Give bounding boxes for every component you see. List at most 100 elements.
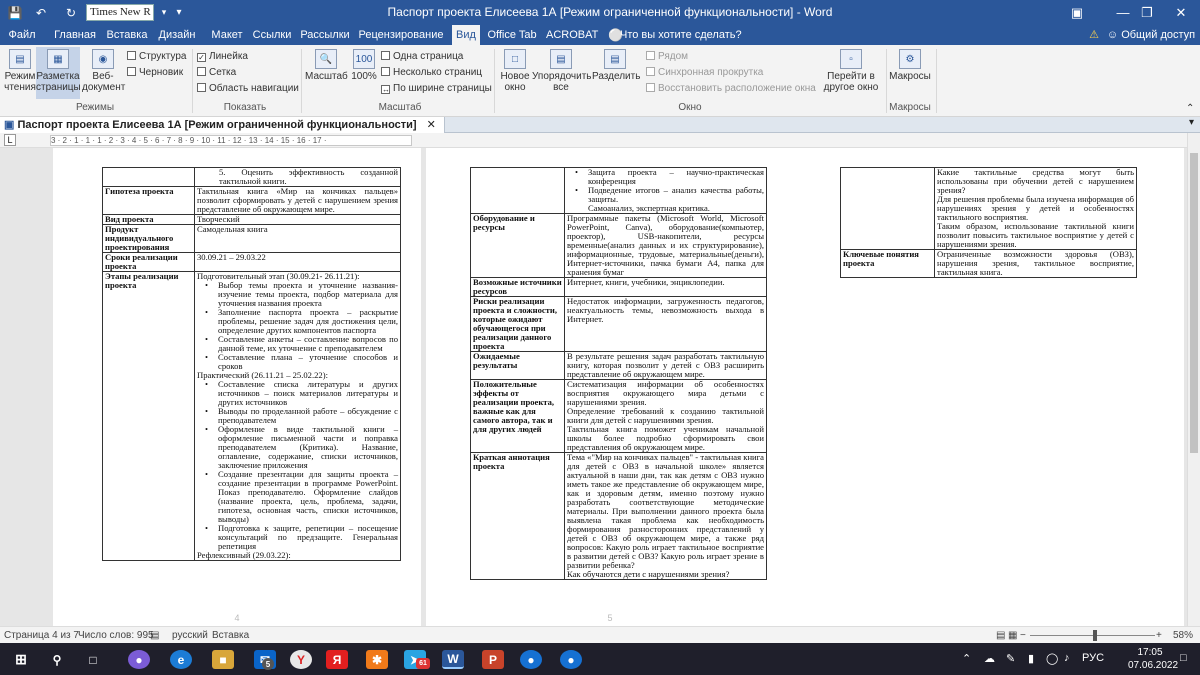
input-language[interactable]: РУС [1082, 652, 1104, 664]
scroll-thumb[interactable] [1190, 153, 1198, 453]
notification-icon[interactable]: □ [1180, 652, 1187, 664]
word-icon[interactable]: W [442, 650, 464, 669]
tab-design[interactable]: Дизайн [156, 25, 198, 45]
search-icon[interactable]: ⚲ [46, 650, 68, 669]
tab-review[interactable]: Рецензирование [358, 25, 444, 45]
ruler-scale[interactable]: 3 · 2 · 1 · 1 · 1 · 2 · 3 · 4 · 5 · 6 · … [50, 135, 412, 146]
battery-icon[interactable]: ▮ [1028, 652, 1034, 665]
reset-window-button[interactable]: Восстановить расположение окна [646, 83, 816, 94]
pen-icon[interactable]: ✎ [1006, 652, 1015, 665]
page-count[interactable]: Страница 4 из 7 [4, 630, 79, 641]
table-row: 5. Оценить эффективность созданной такти… [102, 167, 401, 187]
tab-menu-icon[interactable]: ▾ [1189, 117, 1194, 128]
zoom-in-icon[interactable]: + [1156, 630, 1162, 641]
edge-blue-icon[interactable]: ● [520, 650, 542, 669]
list-item: Составление списка литературы и других и… [197, 380, 398, 407]
split-icon: ▤ [604, 49, 626, 69]
orange-app-icon[interactable]: ✱ [366, 650, 388, 669]
list-item: Выводы по проделанной работе – обсуждени… [197, 407, 398, 425]
wifi-icon[interactable]: ◯ [1046, 652, 1058, 665]
sync-scroll-button[interactable]: Синхронная прокрутка [646, 67, 763, 78]
print-layout-view-icon[interactable]: ▦ [1008, 630, 1017, 641]
multiple-pages-button[interactable]: Несколько страниц [381, 67, 482, 78]
ribbon-separator [936, 49, 937, 113]
navigation-pane-checkbox[interactable]: Область навигации [197, 83, 299, 94]
macros-button[interactable]: ⚙ Макросы [888, 49, 932, 82]
task-view-icon[interactable]: □ [82, 650, 104, 669]
ribbon-display-options-icon[interactable]: ▣ [1054, 0, 1100, 25]
gridlines-checkbox[interactable]: Сетка [197, 67, 236, 78]
tab-acrobat[interactable]: ACROBAT [546, 25, 598, 45]
undo-icon[interactable]: ↶ [32, 4, 50, 21]
tab-office-tab[interactable]: Office Tab [486, 25, 538, 45]
yandex-browser-icon[interactable]: Y [290, 650, 312, 669]
page-width-button[interactable]: ↔ По ширине страницы [381, 83, 492, 94]
tell-me-search[interactable]: Что вы хотите сделать? [620, 25, 742, 45]
table-row: Риски реализации проекта и сложности, ко… [470, 296, 767, 352]
zoom-100-button[interactable]: 100 100% [350, 49, 378, 82]
table-cell-key: Ключевые понятия проекта [840, 249, 935, 278]
tab-mailings[interactable]: Рассылки [298, 25, 352, 45]
web-layout-button[interactable]: ◉ Веб-документ [82, 49, 125, 93]
collapse-ribbon-icon[interactable]: ⌃ [1186, 103, 1194, 114]
bullet-list: Выбор темы проекта и уточнение названия-… [197, 281, 398, 371]
edge-browser-icon[interactable]: e [170, 650, 192, 669]
new-window-button[interactable]: □ Новое окно [498, 49, 532, 93]
zoom-slider-thumb[interactable] [1093, 630, 1097, 641]
file-explorer-icon[interactable]: ■ [212, 650, 234, 669]
tab-file[interactable]: Файл [4, 25, 40, 45]
tray-chevron-icon[interactable]: ⌃ [962, 652, 971, 665]
read-mode-button[interactable]: ▤ Режим чтения [3, 49, 37, 93]
word-count[interactable]: Число слов: 995 [78, 630, 154, 641]
list-item: Оформление в виде тактильной книги – офо… [197, 425, 398, 470]
zoom-button[interactable]: 🔍 Масштаб [305, 49, 348, 82]
tab-selector-icon[interactable]: L [4, 134, 16, 146]
volume-icon[interactable]: ♪ [1064, 652, 1070, 664]
table-cell-value: В результате решения задач разработать т… [564, 351, 767, 380]
one-page-button[interactable]: Одна страница [381, 51, 463, 62]
powerpoint-icon[interactable]: P [482, 650, 504, 669]
edge-app-icon[interactable]: ● [560, 650, 582, 669]
tab-view[interactable]: Вид [452, 25, 480, 45]
zoom-level[interactable]: 58% [1173, 630, 1193, 641]
print-layout-button[interactable]: ▦ Разметка страницы [36, 47, 81, 99]
tab-insert[interactable]: Вставка [104, 25, 150, 45]
purple-app-icon[interactable]: ● [128, 650, 150, 669]
telegram-badge: 61 [416, 658, 430, 669]
redo-icon[interactable]: ↻ [62, 4, 80, 21]
list-item: Подготовка к защите, репетиции – посещен… [197, 524, 398, 551]
side-by-side-button[interactable]: Рядом [646, 51, 688, 62]
proofing-icon[interactable]: ▤ [150, 630, 159, 641]
ruler-checkbox[interactable]: ✓ Линейка [197, 51, 248, 62]
read-mode-view-icon[interactable]: ▤ [996, 630, 1005, 641]
yandex-icon[interactable]: Я [326, 650, 348, 669]
zoom-out-icon[interactable]: − [1020, 630, 1026, 641]
insert-mode[interactable]: Вставка [212, 630, 249, 641]
system-clock[interactable]: 17:05 07.06.2022 [1128, 646, 1178, 672]
table-cell-value: Интернет, книги, учебники, энциклопедии. [564, 277, 767, 297]
tab-home[interactable]: Главная [52, 25, 98, 45]
draft-button[interactable]: Черновик [127, 67, 183, 78]
customize-quick-access-icon[interactable]: ▾ [170, 4, 188, 21]
list-item: Выбор темы проекта и уточнение названия-… [197, 281, 398, 308]
page-number: 4 [234, 613, 240, 623]
list-item: Защита проекта – научно-практическая кон… [567, 168, 764, 186]
one-page-icon [381, 51, 390, 60]
quick-font-box[interactable]: Times New R [86, 4, 154, 21]
group-label-macros: Макросы [889, 102, 931, 113]
windows-start-icon[interactable]: ⊞ [10, 650, 32, 669]
arrange-all-button[interactable]: ▤ Упорядочить все [532, 49, 592, 93]
switch-windows-button[interactable]: ▫ Перейти в другое окно [818, 49, 884, 93]
split-button[interactable]: ▤ Разделить [592, 49, 640, 82]
save-icon[interactable]: 💾 [6, 4, 24, 21]
vertical-scrollbar[interactable] [1187, 133, 1200, 626]
tab-references[interactable]: Ссылки [252, 25, 292, 45]
share-button[interactable]: ☺ Общий доступ [1106, 25, 1196, 45]
tab-layout[interactable]: Макет [204, 25, 250, 45]
close-icon[interactable]: ✕ [1158, 0, 1200, 25]
close-tab-icon[interactable]: ✕ [427, 119, 436, 131]
outline-button[interactable]: Структура [127, 51, 186, 62]
document-tab[interactable]: ▣ Паспорт проекта Елисеева 1А [Режим огр… [0, 117, 445, 133]
language[interactable]: русский [172, 630, 208, 641]
cloud-icon[interactable]: ☁ [984, 652, 995, 665]
